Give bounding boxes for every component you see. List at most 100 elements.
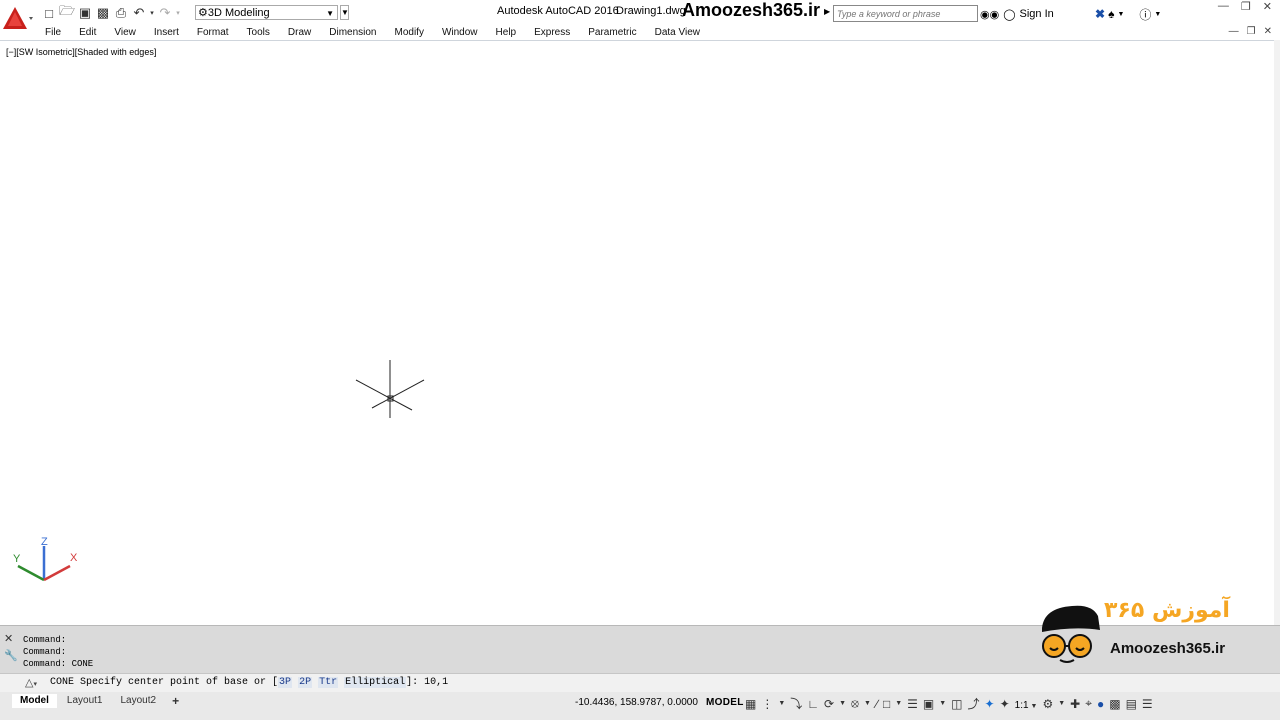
scroll-edge	[1274, 40, 1280, 625]
open-icon[interactable]: 🗁	[58, 3, 76, 22]
drawing-window-controls: — ❐ ✕	[1229, 26, 1272, 37]
close-icon[interactable]: ✕	[4, 632, 20, 645]
option-3p[interactable]: 3P	[278, 677, 293, 688]
isolate-objects-icon[interactable]: ▩	[1109, 697, 1120, 711]
minimize-icon[interactable]: —	[1218, 0, 1229, 14]
undo-dropdown-icon[interactable]: ▾	[148, 4, 156, 22]
menu-window[interactable]: Window	[433, 26, 487, 40]
menu-data-view[interactable]: Data View	[646, 26, 709, 40]
units-icon[interactable]: ⌖	[1085, 696, 1092, 711]
transparency-icon[interactable]: ▣	[923, 697, 934, 711]
tab-layout1[interactable]: Layout1	[58, 694, 111, 708]
search-expand-icon[interactable]: ▶	[824, 7, 830, 16]
polar-tracking-icon[interactable]: ⟳	[824, 697, 834, 711]
redo-icon[interactable]: ↷	[156, 4, 174, 22]
model-space-button[interactable]: MODEL	[706, 697, 744, 708]
menu-view[interactable]: View	[105, 26, 145, 40]
annotation-scale[interactable]: 1:1 ▼	[1015, 697, 1038, 711]
menu-tools[interactable]: Tools	[238, 26, 279, 40]
redo-dropdown-icon[interactable]: ▾	[174, 4, 182, 22]
workspace-select[interactable]: ⚙3D Modeling ▼	[195, 5, 338, 20]
chevron-down-icon[interactable]: ▼	[895, 700, 902, 707]
chevron-down-icon[interactable]: ▼	[778, 700, 785, 707]
ucs-z-label: Z	[41, 536, 48, 548]
menu-draw[interactable]: Draw	[279, 26, 320, 40]
dynamic-ucs-icon[interactable]: ⤵	[790, 695, 802, 712]
option-2p[interactable]: 2P	[298, 677, 313, 688]
chevron-down-icon[interactable]: ▼	[1117, 11, 1124, 18]
command-prompt[interactable]: CONE Specify center point of base or [3P…	[50, 677, 448, 688]
menu-dimension[interactable]: Dimension	[320, 26, 385, 40]
option-ttr[interactable]: Ttr	[318, 677, 339, 688]
restore-icon[interactable]: ❐	[1241, 0, 1251, 14]
tab-model[interactable]: Model	[12, 694, 57, 708]
chevron-down-icon[interactable]: ▼	[1058, 700, 1065, 707]
chevron-down-icon[interactable]: ▼	[1154, 11, 1161, 18]
chevron-down-icon[interactable]: ▼	[939, 700, 946, 707]
application-menu-button[interactable]	[0, 0, 36, 40]
close-icon[interactable]: ✕	[1264, 26, 1272, 37]
search-input[interactable]	[833, 5, 978, 22]
autocad-logo-icon	[3, 7, 33, 29]
clean-screen-icon[interactable]: ▤	[1126, 697, 1137, 711]
command-prompt-icon[interactable]: △▾	[25, 676, 37, 689]
customization-menu-icon[interactable]: ☰	[1142, 697, 1153, 711]
new-icon[interactable]: □	[40, 4, 58, 22]
menu-help[interactable]: Help	[487, 26, 526, 40]
object-snap-tracking-icon[interactable]: ∕	[876, 697, 878, 711]
workspace-select-value: 3D Modeling	[207, 7, 270, 19]
user-icon: ◯	[1003, 8, 1016, 21]
info-toolbar: ✖ ♠ ▼ ⓘ ▼	[1095, 5, 1161, 23]
plot-icon[interactable]: ⎙	[112, 4, 130, 22]
exchange-apps-icon[interactable]: ✖	[1095, 7, 1105, 21]
annotation-visibility-icon[interactable]: ✦	[985, 697, 995, 711]
option-elliptical[interactable]: Elliptical	[344, 677, 407, 688]
workspace-switching-icon[interactable]: ⚙	[1042, 697, 1053, 711]
watermark-persian-text: آموزش ۳۶۵	[1104, 598, 1230, 623]
viewport-controls-label[interactable]: [−][SW Isometric][Shaded with edges]	[6, 47, 156, 57]
restore-icon[interactable]: ❐	[1247, 26, 1256, 37]
menu-format[interactable]: Format	[188, 26, 238, 40]
save-icon[interactable]: ▣	[76, 4, 94, 22]
customize-toolbar-button[interactable]: ▼	[340, 5, 349, 20]
save-as-icon[interactable]: ▩	[94, 4, 112, 22]
lineweight-icon[interactable]: ☰	[907, 697, 918, 711]
object-snap-icon[interactable]: □	[883, 697, 890, 711]
tab-layout2[interactable]: Layout2	[112, 694, 165, 708]
menu-file[interactable]: File	[36, 26, 70, 40]
grid-icon[interactable]: ▦	[745, 697, 756, 711]
minimize-icon[interactable]: —	[1229, 26, 1239, 37]
crosshair-cursor-icon	[355, 360, 425, 418]
menu-insert[interactable]: Insert	[145, 26, 188, 40]
command-input[interactable]: 10,1	[424, 677, 448, 688]
chevron-down-icon[interactable]: ▼	[839, 700, 846, 707]
gizmo-icon[interactable]: ⤴	[968, 695, 980, 712]
ucs-icon: Z Y X	[13, 536, 78, 582]
a360-icon[interactable]: ♠	[1108, 7, 1114, 21]
wrench-icon[interactable]: 🔧	[4, 649, 20, 662]
watermark-text: Amoozesh365.ir	[1110, 640, 1226, 657]
ucs-y-label: Y	[13, 553, 21, 565]
binoculars-icon[interactable]: ◉◉	[980, 8, 999, 21]
menu-express[interactable]: Express	[525, 26, 579, 40]
sign-in-button[interactable]: ◉◉ ◯ Sign In ▼	[980, 5, 1103, 23]
add-layout-button[interactable]: +	[166, 694, 186, 708]
ortho-icon[interactable]: ∟	[807, 697, 819, 711]
chevron-down-icon[interactable]: ▼	[864, 700, 871, 707]
snap-icon[interactable]: ⋮	[761, 697, 773, 711]
coordinates-readout[interactable]: -10.4436, 158.9787, 0.0000	[575, 697, 698, 708]
gear-icon: ⚙	[198, 7, 208, 19]
isodraft-icon[interactable]: ⦻	[851, 696, 859, 711]
annotation-monitor-icon[interactable]: ✚	[1070, 697, 1080, 711]
command-history-line: Command:	[23, 647, 67, 657]
undo-icon[interactable]: ↶	[130, 4, 148, 22]
menu-edit[interactable]: Edit	[70, 26, 105, 40]
close-icon[interactable]: ✕	[1263, 0, 1272, 14]
auto-scale-icon[interactable]: ✦	[1000, 697, 1010, 711]
selection-cycling-icon[interactable]: ◫	[951, 697, 962, 711]
help-icon[interactable]: ⓘ	[1139, 6, 1151, 23]
hardware-acceleration-icon[interactable]: ●	[1097, 697, 1104, 711]
ucs-x-label: X	[70, 552, 78, 564]
menu-parametric[interactable]: Parametric	[579, 26, 645, 40]
menu-modify[interactable]: Modify	[386, 26, 433, 40]
